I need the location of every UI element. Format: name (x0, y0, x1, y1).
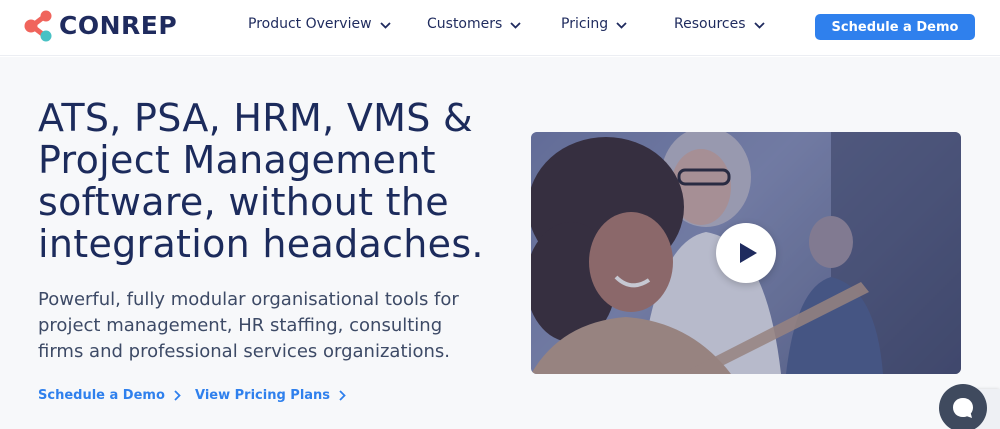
conrep-logo-icon[interactable] (24, 10, 54, 42)
chevron-right-icon (174, 390, 181, 401)
nav-customers[interactable]: Customers (427, 15, 521, 33)
link-label: View Pricing Plans (195, 388, 331, 403)
nav-product-overview[interactable]: Product Overview (248, 15, 391, 33)
link-label: Schedule a Demo (38, 388, 165, 403)
nav-resources[interactable]: Resources (674, 15, 765, 33)
chat-bubble-icon (953, 398, 973, 418)
nav-label: Product Overview (248, 16, 372, 32)
play-button[interactable] (716, 223, 776, 283)
site-header: CONREP Product Overview Customers Pricin… (0, 0, 1000, 56)
chevron-down-icon (616, 21, 627, 29)
chevron-down-icon (753, 21, 765, 29)
play-icon (740, 243, 757, 263)
nav-label: Pricing (561, 16, 609, 32)
chevron-down-icon (510, 21, 521, 29)
chevron-right-icon (339, 390, 346, 401)
nav-pricing[interactable]: Pricing (561, 15, 627, 33)
chat-widget-button[interactable] (939, 384, 987, 429)
hero-subtitle: Powerful, fully modular organisational t… (38, 289, 459, 362)
nav-label: Customers (427, 16, 503, 32)
view-pricing-link[interactable]: View Pricing Plans (195, 388, 346, 403)
hero-title: ATS, PSA, HRM, VMS & Project Management … (38, 96, 484, 266)
video-thumbnail[interactable] (531, 132, 961, 374)
brand-name[interactable]: CONREP (59, 10, 177, 42)
nav-label: Resources (674, 16, 746, 32)
hero-section: ATS, PSA, HRM, VMS & Project Management … (0, 57, 1000, 429)
schedule-demo-button[interactable]: Schedule a Demo (815, 14, 975, 40)
chevron-down-icon (379, 21, 391, 29)
schedule-demo-link[interactable]: Schedule a Demo (38, 388, 181, 403)
